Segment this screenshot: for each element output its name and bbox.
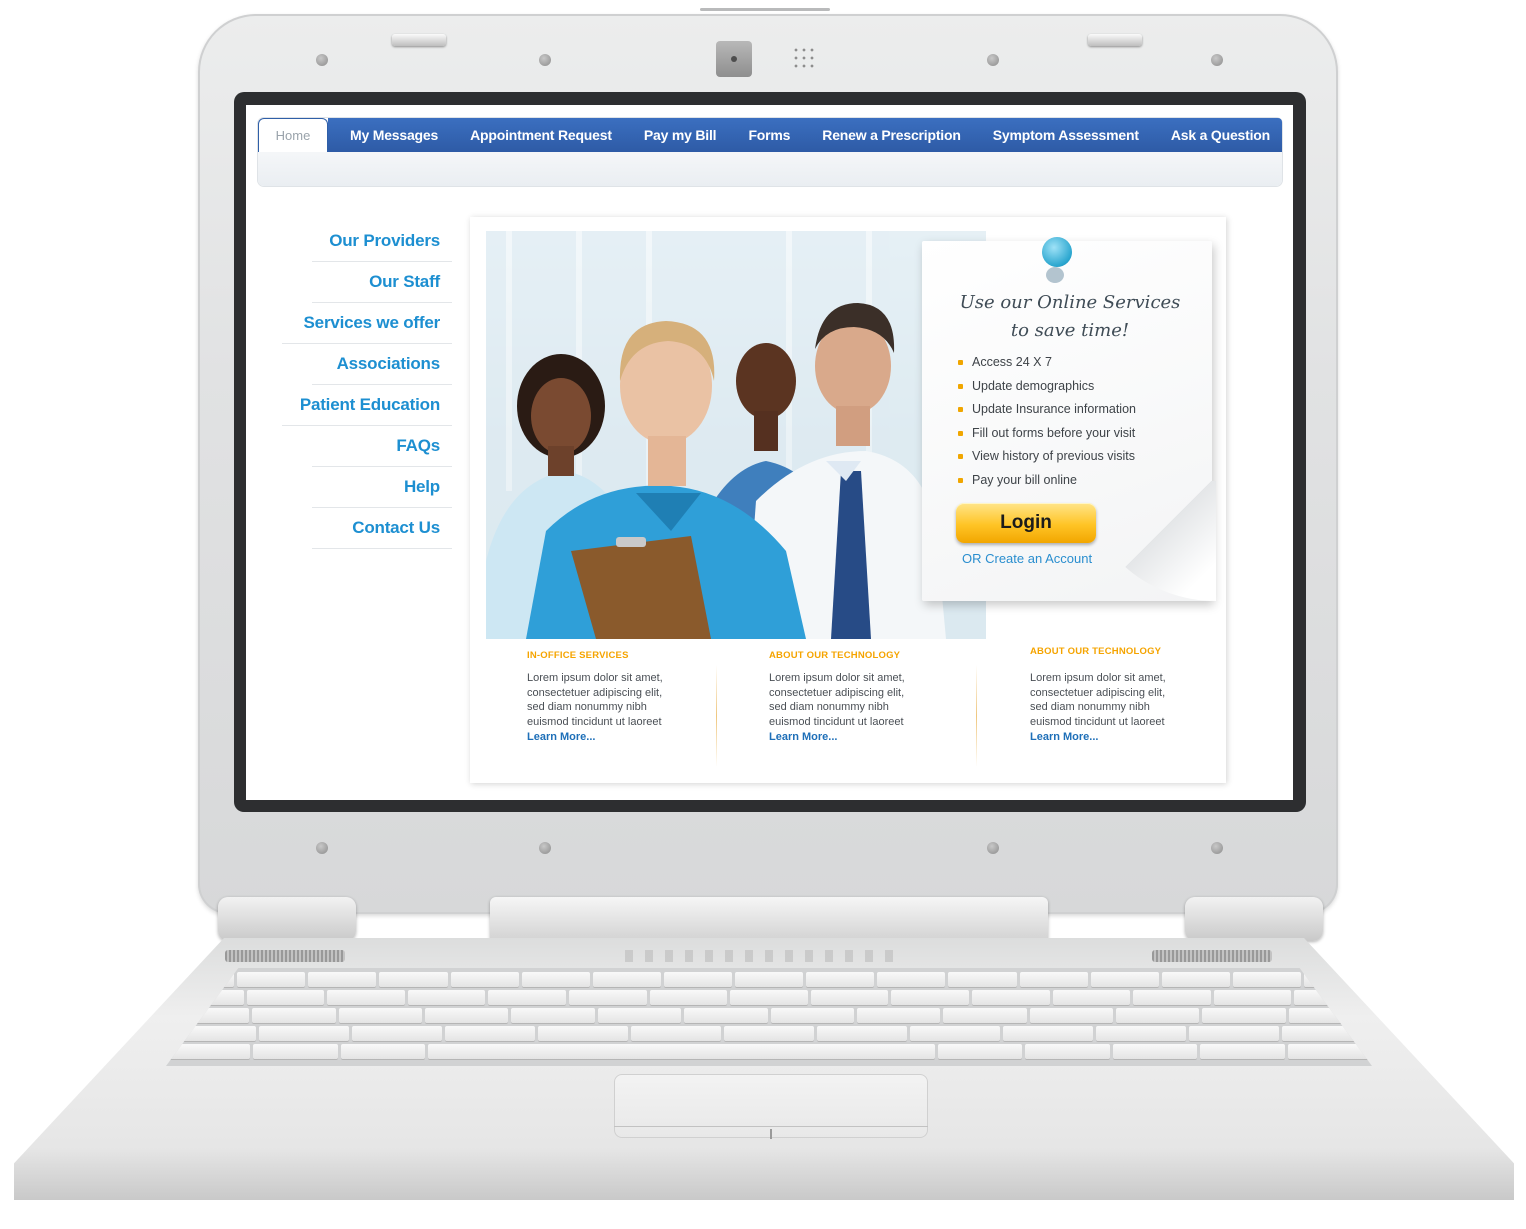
square-bullet-icon [958, 407, 963, 413]
nav-symptom-assessment[interactable]: Symptom Assessment [993, 127, 1139, 143]
column-title: ABOUT OUR TECHNOLOGY [769, 650, 901, 661]
list-item: Pay your bill online [958, 469, 1136, 493]
status-indicators [625, 950, 901, 962]
list-item: Access 24 X 7 [958, 351, 1136, 375]
nav-forms[interactable]: Forms [748, 127, 790, 143]
column-body: Lorem ipsum dolor sit amet, consectetuer… [1030, 672, 1166, 728]
keyboard-row [166, 1044, 1372, 1059]
sidebar-item-faqs[interactable]: FAQs [312, 426, 452, 467]
screen: Home My Messages Appointment Request Pay… [246, 105, 1293, 800]
create-account-link[interactable]: OR Create an Account [962, 551, 1092, 566]
screw-icon [987, 54, 999, 66]
sidebar-item-contact-us[interactable]: Contact Us [312, 508, 452, 549]
speaker-grille-left [225, 950, 345, 962]
sidebar-item-our-staff[interactable]: Our Staff [312, 262, 452, 303]
screw-icon [539, 54, 551, 66]
learn-more-link[interactable]: Learn More... [769, 731, 919, 743]
square-bullet-icon [958, 360, 963, 366]
nav-ask-question[interactable]: Ask a Question [1171, 127, 1270, 143]
lid-latch [392, 34, 446, 46]
sidebar-item-our-providers[interactable]: Our Providers [312, 221, 452, 262]
feature-label: Update demographics [972, 378, 1095, 393]
sidebar-menu: Our Providers Our Staff Services we offe… [282, 221, 452, 549]
pushpin-icon [1042, 237, 1072, 267]
list-item: View history of previous visits [958, 445, 1136, 469]
hero-image-medical-staff [486, 231, 986, 639]
nav-renew-prescription[interactable]: Renew a Prescription [822, 127, 961, 143]
square-bullet-icon [958, 454, 963, 460]
screw-icon [316, 54, 328, 66]
keyboard-row [166, 990, 1372, 1005]
pin-shadow [1046, 267, 1064, 283]
nav-menu: My Messages Appointment Request Pay my B… [328, 118, 1282, 152]
feature-label: Update Insurance information [972, 402, 1136, 416]
lid-edge [700, 8, 830, 11]
learn-more-link[interactable]: Learn More... [527, 731, 677, 743]
nav-appointment-request[interactable]: Appointment Request [470, 127, 612, 143]
hinge-right [1185, 897, 1323, 941]
keyboard [166, 968, 1372, 1066]
screw-icon [316, 842, 328, 854]
keyboard-row [166, 972, 1372, 987]
promo-title-line2: to save time! [1010, 320, 1130, 341]
list-item: Update Insurance information [958, 398, 1136, 422]
sidebar-item-help[interactable]: Help [312, 467, 452, 508]
column-body: Lorem ipsum dolor sit amet, consectetuer… [769, 672, 905, 728]
learn-more-link[interactable]: Learn More... [1030, 731, 1180, 743]
promo-title: Use our Online Services to save time! [936, 289, 1204, 345]
info-column-technology: ABOUT OUR TECHNOLOGY Lorem ipsum dolor s… [769, 650, 919, 743]
nav-pay-my-bill[interactable]: Pay my Bill [644, 127, 717, 143]
keyboard-row [166, 1008, 1372, 1023]
square-bullet-icon [958, 383, 963, 389]
screw-icon [987, 842, 999, 854]
feature-label: Access 24 X 7 [972, 355, 1052, 369]
column-divider [716, 665, 717, 767]
speaker-grille-right [1152, 950, 1272, 962]
column-title: ABOUT OUR TECHNOLOGY [1030, 646, 1162, 657]
column-divider [976, 665, 977, 767]
list-item: Fill out forms before your visit [958, 422, 1136, 446]
sidebar-item-associations[interactable]: Associations [312, 344, 452, 385]
column-body: Lorem ipsum dolor sit amet, consectetuer… [527, 672, 663, 728]
hinge-left [218, 897, 356, 941]
sidebar-item-services[interactable]: Services we offer [282, 303, 452, 344]
touchpad-buttons [614, 1126, 928, 1141]
square-bullet-icon [958, 430, 963, 436]
microphone-icon [792, 46, 818, 72]
screw-icon [1211, 54, 1223, 66]
keyboard-row [166, 1026, 1372, 1041]
nav-my-messages[interactable]: My Messages [350, 127, 438, 143]
webcam-icon [716, 41, 752, 77]
info-column-in-office: IN-OFFICE SERVICES Lorem ipsum dolor sit… [527, 650, 677, 743]
square-bullet-icon [958, 477, 963, 483]
screw-icon [1211, 842, 1223, 854]
lid-latch [1088, 34, 1142, 46]
login-button[interactable]: Login [956, 503, 1096, 543]
screw-icon [539, 842, 551, 854]
info-column-technology-2: ABOUT OUR TECHNOLOGY Lorem ipsum dolor s… [1030, 646, 1180, 743]
list-item: Update demographics [958, 375, 1136, 399]
feature-label: View history of previous visits [972, 449, 1136, 463]
sidebar-item-patient-education[interactable]: Patient Education [282, 385, 452, 426]
hinge-center [490, 897, 1048, 945]
column-title: IN-OFFICE SERVICES [527, 650, 629, 661]
feature-label: Pay your bill online [972, 472, 1077, 487]
promo-title-line1: Use our Online Services [959, 292, 1181, 313]
nav-home-tab[interactable]: Home [258, 118, 328, 152]
main-navbar: Home My Messages Appointment Request Pay… [258, 118, 1282, 186]
promo-feature-list: Access 24 X 7 Update demographics Update… [958, 351, 1136, 492]
feature-label: Fill out forms before your visit [972, 425, 1136, 440]
